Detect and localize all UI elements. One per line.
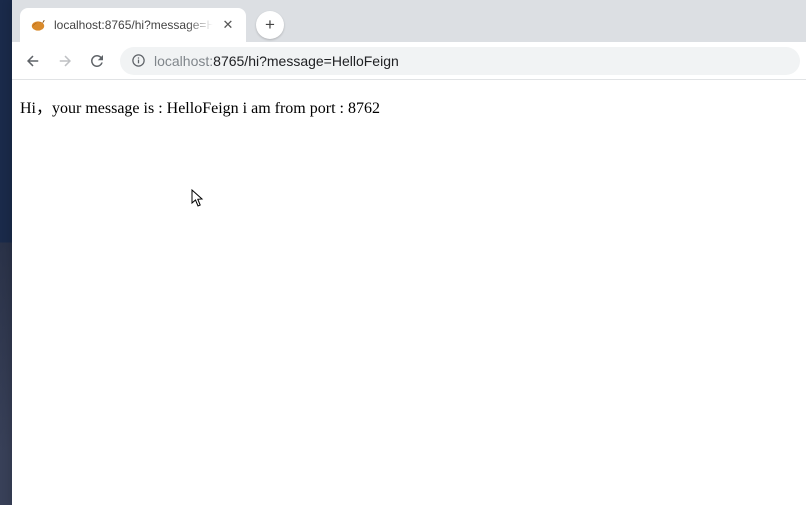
browser-window: localhost:8765/hi?message=H ✕ + localhos… — [12, 0, 806, 505]
page-content: Hi，your message is : HelloFeign i am fro… — [12, 80, 806, 132]
reload-button[interactable] — [82, 46, 112, 76]
back-button[interactable] — [18, 46, 48, 76]
url-path: 8765/hi?message=HelloFeign — [213, 53, 399, 69]
plus-icon: + — [265, 15, 275, 35]
arrow-left-icon — [24, 52, 42, 70]
url-text: localhost:8765/hi?message=HelloFeign — [154, 53, 399, 69]
new-tab-button[interactable]: + — [256, 11, 284, 39]
close-icon[interactable]: ✕ — [220, 17, 236, 33]
browser-toolbar: localhost:8765/hi?message=HelloFeign — [12, 42, 806, 80]
address-bar[interactable]: localhost:8765/hi?message=HelloFeign — [120, 47, 800, 75]
tab-favicon-icon — [30, 17, 46, 33]
response-body-text: Hi，your message is : HelloFeign i am fro… — [20, 100, 380, 117]
tab-strip: localhost:8765/hi?message=H ✕ + — [12, 0, 806, 42]
arrow-right-icon — [56, 52, 74, 70]
reload-icon — [88, 52, 106, 70]
url-host-dim: localhost: — [154, 53, 213, 69]
tab-title: localhost:8765/hi?message=H — [54, 18, 216, 32]
forward-button[interactable] — [50, 46, 80, 76]
browser-tab-active[interactable]: localhost:8765/hi?message=H ✕ — [20, 8, 246, 42]
site-info-icon[interactable] — [130, 53, 146, 69]
